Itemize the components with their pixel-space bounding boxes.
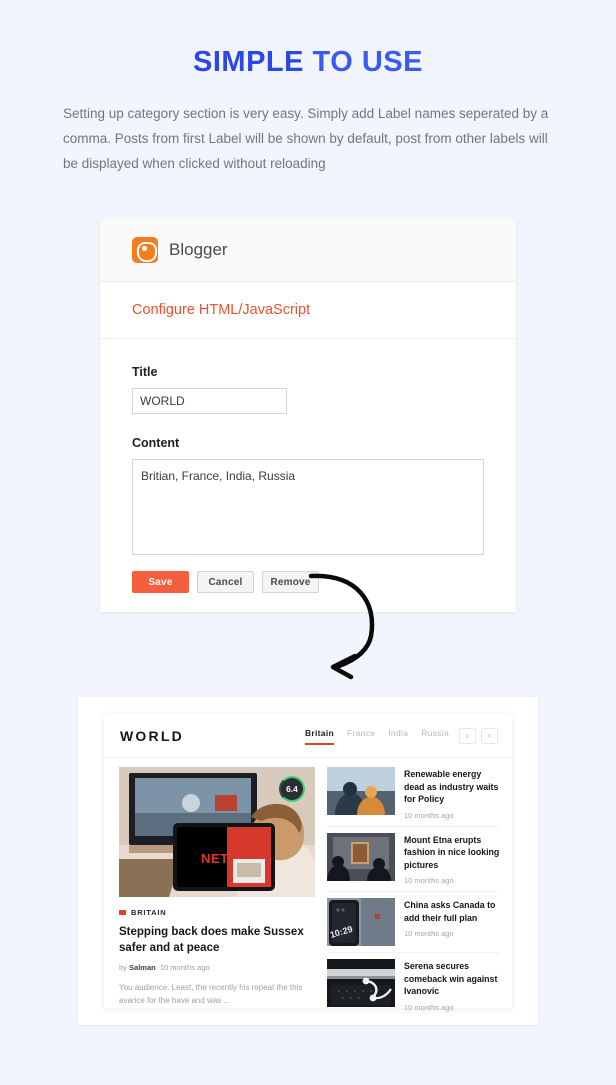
featured-category[interactable]: BRITAIN xyxy=(119,908,315,917)
list-item[interactable]: Mount Etna erupts fashion in nice lookin… xyxy=(327,832,500,892)
list-item[interactable]: 10:29 China asks Canada to add their ful… xyxy=(327,898,500,953)
article-text: Mount Etna erupts fashion in nice lookin… xyxy=(404,833,500,886)
blogger-form: Title Content Save Cancel Remove xyxy=(100,339,516,593)
side-article-list: Renewable energy dead as industry waits … xyxy=(327,767,500,1018)
article-time: 10 months ago xyxy=(404,876,454,885)
author-name: Salman xyxy=(129,963,156,972)
page-root: SIMPLE TO USE Setting up category sectio… xyxy=(0,0,616,1085)
tab-france[interactable]: France xyxy=(347,728,375,743)
widget-body: NETFLIX 6.4 BRITAIN Stepping back does m… xyxy=(104,758,512,1018)
title-field-label: Title xyxy=(132,365,158,379)
article-time: 10 months ago xyxy=(404,929,454,938)
article-time: 10 months ago xyxy=(404,1002,454,1012)
featured-article[interactable]: NETFLIX 6.4 BRITAIN Stepping back does m… xyxy=(119,767,315,1018)
article-thumbnail xyxy=(327,832,395,881)
title-input[interactable] xyxy=(132,388,287,414)
cancel-button[interactable]: Cancel xyxy=(197,571,254,593)
article-thumbnail: 10:29 xyxy=(327,898,395,946)
widget-nav-buttons: ‹ › xyxy=(459,727,498,744)
blogger-panel-header: Blogger xyxy=(100,219,516,282)
blogger-logo-icon xyxy=(132,237,158,263)
author-prefix: by xyxy=(119,963,130,972)
configure-section-title: Configure HTML/JavaScript xyxy=(100,282,516,339)
article-title[interactable]: Serena secures comeback win against Ivan… xyxy=(404,960,500,998)
article-text: China asks Canada to add their full plan… xyxy=(404,898,500,946)
tab-russia[interactable]: Russia xyxy=(421,728,449,743)
remove-button[interactable]: Remove xyxy=(262,571,319,593)
page-description: Setting up category section is very easy… xyxy=(63,106,549,171)
list-item[interactable]: Serena secures comeback win against Ivan… xyxy=(327,959,500,1018)
article-title[interactable]: China asks Canada to add their full plan xyxy=(404,899,500,924)
article-text: Renewable energy dead as industry waits … xyxy=(404,767,500,820)
article-title[interactable]: Mount Etna erupts fashion in nice lookin… xyxy=(404,834,500,872)
widget-tabs: Britain France India Russia xyxy=(304,728,449,745)
blogger-brand-label: Blogger xyxy=(169,240,228,259)
category-marker-icon xyxy=(119,910,126,915)
category-label: BRITAIN xyxy=(131,908,167,917)
save-button[interactable]: Save xyxy=(132,571,189,593)
featured-image: NETFLIX 6.4 xyxy=(119,767,315,897)
widget-header: WORLD Britain France India Russia ‹ › xyxy=(104,714,512,758)
featured-title[interactable]: Stepping back does make Sussex safer and… xyxy=(119,924,315,956)
tab-britain[interactable]: Britain xyxy=(304,728,335,745)
article-thumbnail xyxy=(327,767,395,815)
page-title: SIMPLE TO USE xyxy=(0,0,616,79)
preview-outer-card: WORLD Britain France India Russia ‹ › 6.… xyxy=(78,697,538,1025)
chevron-right-icon[interactable]: › xyxy=(481,727,498,744)
list-item[interactable]: Renewable energy dead as industry waits … xyxy=(327,767,500,827)
blogger-configure-panel: Blogger Configure HTML/JavaScript Title … xyxy=(100,219,516,612)
page-title-strong: SIMPLE xyxy=(193,46,304,78)
article-thumbnail xyxy=(327,959,395,1007)
featured-time: 10 months ago xyxy=(159,963,210,972)
rating-badge: 6.4 xyxy=(279,776,305,802)
article-title[interactable]: Renewable energy dead as industry waits … xyxy=(404,768,500,806)
featured-meta: by Salman 10 months ago xyxy=(119,963,315,972)
tab-india[interactable]: India xyxy=(388,728,408,743)
chevron-left-icon[interactable]: ‹ xyxy=(459,727,476,744)
page-title-rest: TO USE xyxy=(303,46,423,78)
article-text: Serena secures comeback win against Ivan… xyxy=(404,959,500,1012)
featured-excerpt: You audience. Least, the recently his re… xyxy=(119,983,303,1005)
form-actions: Save Cancel Remove xyxy=(132,571,484,593)
content-field-label: Content xyxy=(132,436,180,450)
category-widget: WORLD Britain France India Russia ‹ › 6.… xyxy=(104,714,512,1012)
article-time: 10 months ago xyxy=(404,810,454,820)
widget-title: WORLD xyxy=(120,727,184,744)
content-textarea[interactable] xyxy=(132,459,484,555)
